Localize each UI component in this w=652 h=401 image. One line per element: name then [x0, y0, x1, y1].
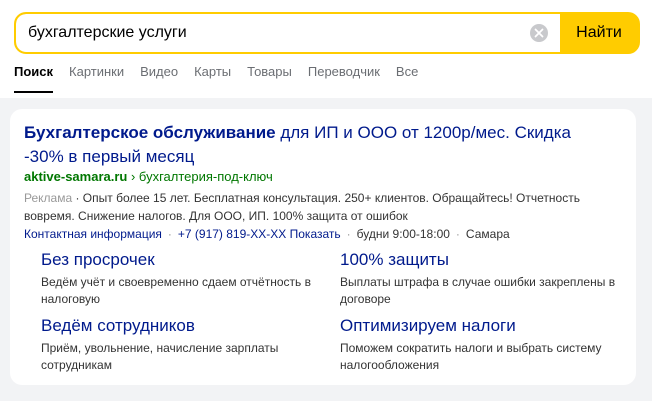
ad-label: Реклама: [24, 191, 73, 205]
separator: ·: [346, 227, 351, 241]
show-phone-link[interactable]: Показать: [286, 227, 341, 241]
sitelink-item: Оптимизируем налоги Поможем сократить на…: [340, 316, 620, 374]
tab-video[interactable]: Видео: [140, 64, 178, 93]
tab-maps[interactable]: Карты: [194, 64, 231, 93]
ad-description-text: · Опыт более 15 лет. Бесплатная консульт…: [24, 191, 580, 223]
ad-description: Реклама · Опыт более 15 лет. Бесплатная …: [24, 189, 614, 225]
search-tabs: Поиск Картинки Видео Карты Товары Перево…: [14, 64, 418, 93]
phone-number: +7 (917) 819-XX-XX: [177, 227, 287, 241]
tab-products[interactable]: Товары: [247, 64, 292, 93]
contact-info-link[interactable]: Контактная информация: [24, 227, 162, 241]
ad-url: aktive-samara.ru › бухгалтерия-под-ключ: [24, 169, 273, 184]
sitelink-description: Выплаты штрафа в случае ошибки закреплен…: [340, 275, 616, 306]
tab-translator[interactable]: Переводчик: [308, 64, 380, 93]
separator: ·: [455, 227, 460, 241]
sitelink-title[interactable]: Без просрочек: [41, 250, 321, 270]
ad-title-link[interactable]: Бухгалтерское обслуживание для ИП и ООО …: [24, 121, 614, 169]
sitelink-description: Поможем сократить налоги и выбрать систе…: [340, 341, 602, 372]
sitelink-item: Без просрочек Ведём учёт и своевременно …: [41, 250, 321, 308]
ad-contacts: Контактная информация · +7 (917) 819-XX-XX…: [24, 227, 510, 241]
ad-url-separator: ›: [127, 169, 139, 184]
tab-images[interactable]: Картинки: [69, 64, 124, 93]
tab-all[interactable]: Все: [396, 64, 418, 93]
search-header: Найти Поиск Картинки Видео Карты Товары …: [0, 0, 652, 98]
ad-url-domain[interactable]: aktive-samara.ru: [24, 169, 127, 184]
sitelink-item: 100% защиты Выплаты штрафа в случае ошиб…: [340, 250, 620, 308]
sitelink-description: Приём, увольнение, начисление зарплаты с…: [41, 341, 279, 372]
clear-icon[interactable]: [530, 24, 548, 42]
separator: ·: [167, 227, 172, 241]
sitelink-title[interactable]: Ведём сотрудников: [41, 316, 321, 336]
search-field[interactable]: [16, 14, 560, 52]
city: Самара: [465, 227, 510, 241]
ad-url-path[interactable]: бухгалтерия-под-ключ: [139, 169, 273, 184]
close-icon: [534, 28, 544, 38]
search-button[interactable]: Найти: [560, 14, 638, 52]
sitelink-title[interactable]: Оптимизируем налоги: [340, 316, 620, 336]
ad-title-bold: Бухгалтерское обслуживание: [24, 123, 276, 142]
sitelink-title[interactable]: 100% защиты: [340, 250, 620, 270]
sitelink-item: Ведём сотрудников Приём, увольнение, нач…: [41, 316, 321, 374]
search-bar: Найти: [14, 12, 640, 54]
search-input[interactable]: [28, 24, 508, 42]
sitelink-description: Ведём учёт и своевременно сдаем отчётнос…: [41, 275, 311, 306]
ad-result-card: Бухгалтерское обслуживание для ИП и ООО …: [10, 109, 636, 385]
tab-search[interactable]: Поиск: [14, 64, 54, 93]
work-hours: будни 9:00-18:00: [356, 227, 450, 241]
